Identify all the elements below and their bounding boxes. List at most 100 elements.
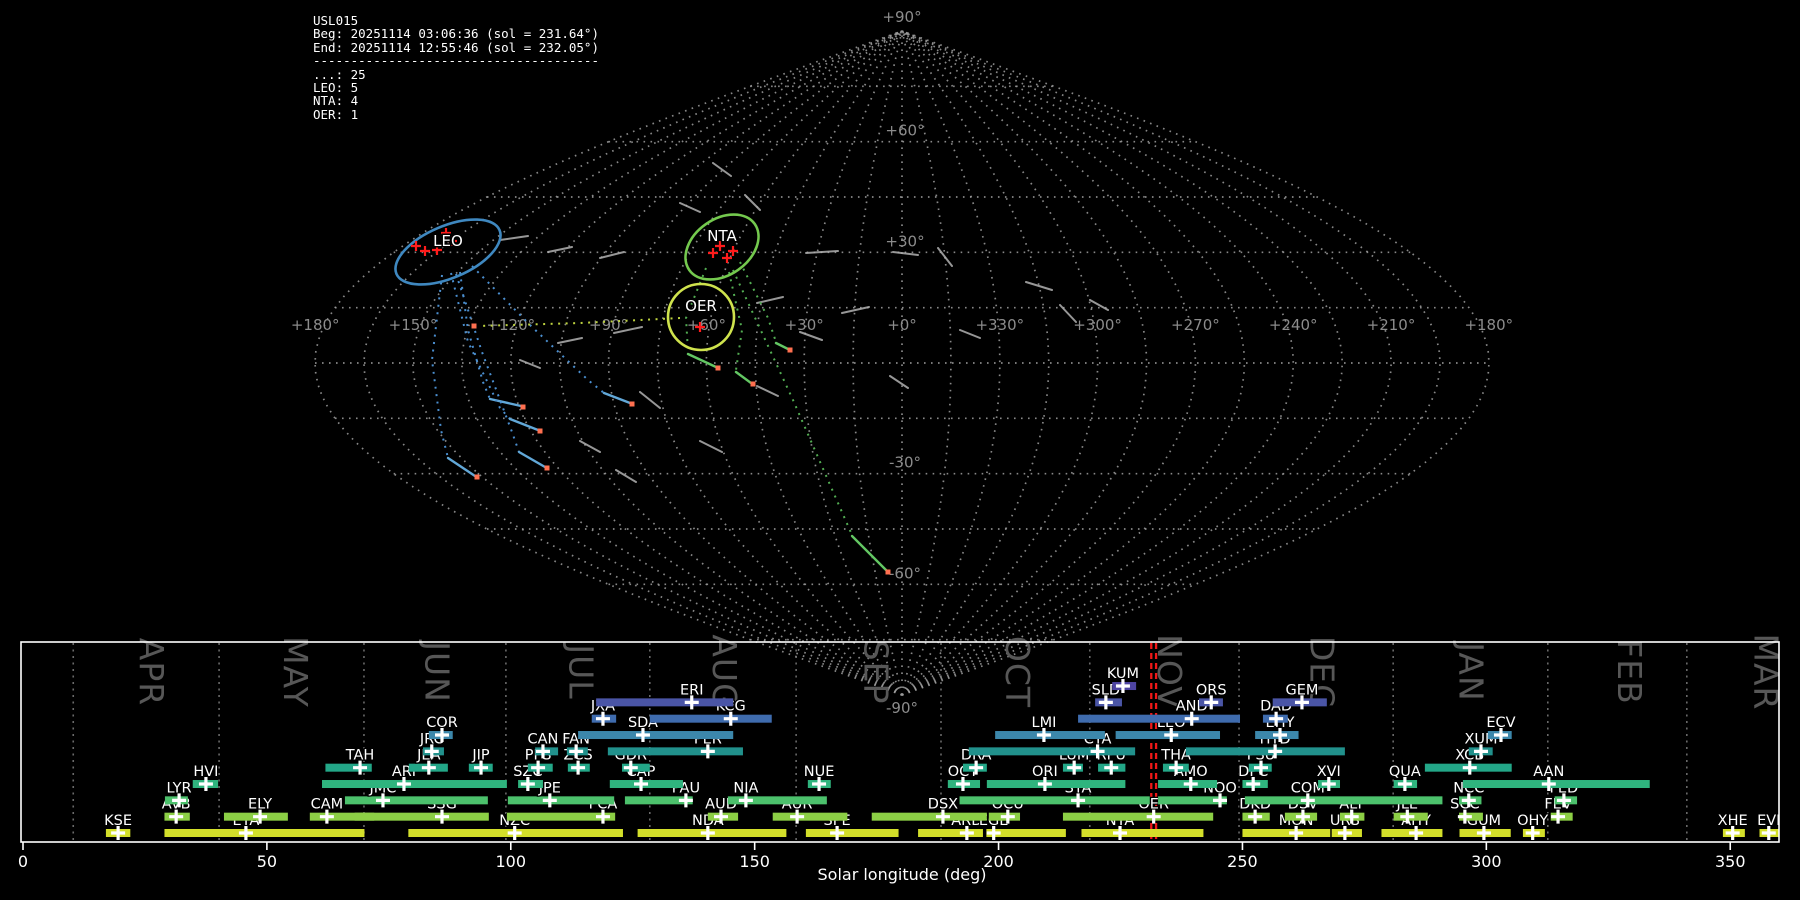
- graticule-meridian: [558, 30, 903, 696]
- meteor-path-NTA: [734, 370, 753, 385]
- meteor-endpoint-marker: [750, 381, 756, 387]
- shower-bar-COM: [1244, 796, 1443, 805]
- sporadic-meteor-streak: [639, 391, 661, 409]
- month-label-JAN: JAN: [1452, 640, 1491, 701]
- shower-bar-AAN: [1462, 780, 1650, 789]
- summary-line: USL015: [313, 13, 359, 28]
- summary-line: End: 20251114 12:55:46 (sol = 232.05°): [313, 39, 599, 55]
- sky-and-timeline-plot: +180° +150° +120° +90° +60° +30° +0° +330° +300°…: [18, 8, 1786, 884]
- shower-bar-DSX: [871, 812, 987, 821]
- meteor-endpoint-marker: [520, 404, 526, 410]
- month-label-SEP: SEP: [856, 640, 895, 705]
- radiant-plus-mark: [728, 246, 738, 256]
- meteor-endpoint-marker: [471, 323, 477, 329]
- lon-label: +180°: [291, 316, 340, 334]
- lon-label: +150°: [389, 316, 438, 334]
- shower-bar-JPE: [507, 796, 615, 805]
- shower-bar-PER: [607, 747, 743, 756]
- radiant-label-OER: OER: [685, 297, 717, 315]
- month-label-OCT: OCT: [998, 636, 1037, 708]
- shower-bar-SPE: [805, 829, 899, 837]
- x-tick-label: 350: [1715, 852, 1746, 871]
- lon-label: +180°: [1464, 316, 1513, 334]
- shower-bar-CTA: [968, 747, 1136, 756]
- shower-bar-ETA: [164, 829, 365, 837]
- lat-label: +30°: [885, 232, 924, 250]
- app-window: +180° +150° +120° +90° +60° +30° +0° +330° +300°…: [0, 0, 1800, 900]
- shower-bar-HYD: [1185, 747, 1345, 756]
- sporadic-meteor-streak: [519, 359, 541, 369]
- x-tick-label: 200: [983, 852, 1014, 871]
- summary-line: LEO: 5: [313, 80, 359, 96]
- sporadic-meteor-streak: [579, 440, 601, 453]
- sporadic-meteor-streak: [615, 469, 637, 483]
- shower-bar-SSG: [354, 812, 489, 821]
- sporadic-meteor-streak: [1059, 304, 1077, 323]
- lon-label: +330°: [975, 316, 1024, 334]
- lon-label: +120°: [486, 316, 535, 334]
- sporadic-meteor-streak: [744, 194, 761, 211]
- radiant-plus-mark: [420, 246, 430, 256]
- meteor-endpoint-marker: [544, 465, 550, 471]
- meteor-trail-NTA: [732, 269, 853, 536]
- meteor-endpoint-marker: [787, 347, 793, 353]
- summary-line: OER: 1: [313, 106, 359, 122]
- radiant-label-LEO: LEO: [433, 232, 463, 250]
- meteor-path-LEO: [508, 417, 540, 432]
- graticule-meridian: [901, 30, 1295, 696]
- lon-label: +0°: [887, 316, 917, 334]
- meteor-path-LEO: [517, 450, 547, 469]
- lat-label: +60°: [885, 122, 924, 140]
- meteor-trail-NTA: [728, 271, 744, 371]
- sporadic-meteor-streak: [889, 375, 909, 389]
- summary-line: Beg: 20251114 03:06:36 (sol = 231.64°): [313, 26, 599, 42]
- shower-bar-AUR: [772, 812, 848, 821]
- meteor-path-NTA: [686, 352, 718, 369]
- sporadic-meteor-streak: [679, 202, 701, 213]
- x-tick-label: 150: [739, 852, 770, 871]
- radiant-plus-mark: [708, 248, 718, 258]
- shower-bar-JMC: [344, 796, 488, 805]
- lat-label: -30°: [889, 454, 921, 472]
- shower-bar-AND: [1078, 714, 1241, 723]
- radiant-ellipse-LEO: [394, 218, 502, 286]
- meteor-endpoint-marker: [715, 365, 721, 371]
- summary-line: NTA: 4: [313, 93, 359, 109]
- pole-label-top: +90°: [882, 8, 921, 26]
- lon-label: +300°: [1073, 316, 1122, 334]
- meteor-path-NTA: [774, 341, 790, 351]
- meteor-endpoint-marker: [537, 428, 543, 434]
- shower-bar-ARI: [322, 780, 507, 789]
- x-tick-label: 0: [18, 852, 28, 871]
- x-axis-title: Solar longitude (deg): [818, 865, 987, 884]
- month-label-MAY: MAY: [276, 636, 315, 708]
- sporadic-meteor-streak: [712, 162, 732, 177]
- x-tick-label: 250: [1227, 852, 1258, 871]
- lon-label: +240°: [1269, 316, 1318, 334]
- shower-bar-ERI: [596, 698, 734, 707]
- radiant-plus-mark: [722, 253, 732, 263]
- month-label-FEB: FEB: [1610, 639, 1649, 704]
- shower-bar-ORI: [986, 780, 1126, 789]
- summary-line: ...: 25: [313, 66, 366, 82]
- observation-summary: USL015 Beg: 20251114 03:06:36 (sol = 231.…: [313, 13, 599, 122]
- meteor-path-LEO: [446, 456, 477, 478]
- meteor-trail-LEO: [455, 273, 520, 453]
- sporadic-meteor-streak: [547, 246, 573, 253]
- shower-bar-SDA: [578, 731, 734, 740]
- radiant-label-NTA: NTA: [707, 227, 737, 245]
- summary-line: --------------------------------------: [313, 53, 599, 69]
- shower-bar-NTA: [1081, 829, 1204, 837]
- meteor-path-NTA: [850, 534, 888, 572]
- meteor-endpoint-marker: [885, 569, 891, 575]
- shower-bar-OER: [1062, 812, 1214, 821]
- x-tick-label: 300: [1471, 852, 1502, 871]
- sporadic-meteor-streak: [756, 385, 779, 397]
- sporadic-meteor-streak: [699, 440, 723, 453]
- lon-label: +210°: [1367, 316, 1416, 334]
- x-tick-label: 50: [257, 852, 277, 871]
- lon-label: +270°: [1171, 316, 1220, 334]
- graticule-meridian: [314, 30, 903, 696]
- lon-label: +30°: [785, 316, 824, 334]
- graticule-meridian: [363, 30, 903, 696]
